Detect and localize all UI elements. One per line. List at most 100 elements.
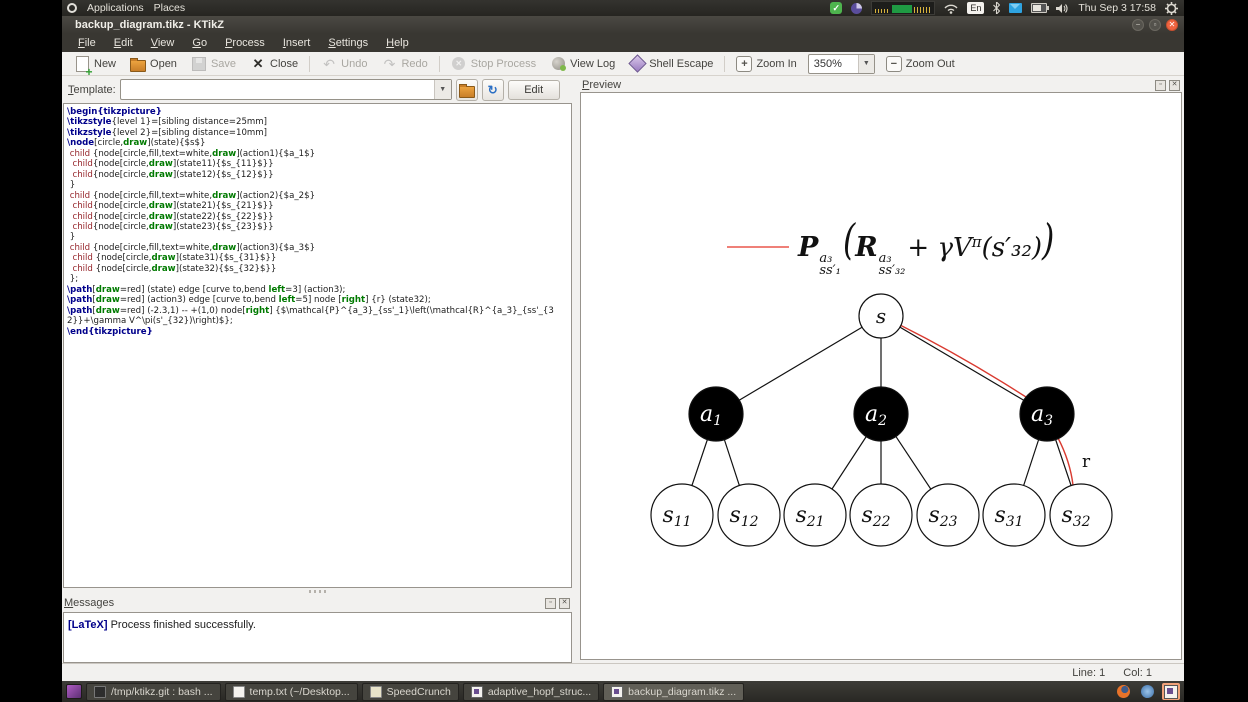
battery-icon[interactable] <box>1031 3 1050 13</box>
toolbar-button-stop-process: ✕ Stop Process <box>445 54 542 74</box>
taskbar-item-label: /tmp/ktikz.git : bash ... <box>111 685 213 698</box>
messages-close-icon[interactable]: ✕ <box>559 597 570 609</box>
text-icon <box>232 685 245 698</box>
window-titlebar[interactable]: backup_diagram.tikz - KTikZ − ▫ ✕ <box>62 16 1184 34</box>
code-line: \begin{tikzpicture} <box>67 107 162 117</box>
toolbar-separator <box>438 55 440 72</box>
zoom-level-combobox[interactable]: 350% ▼ <box>807 53 875 74</box>
status-col: Col: 1 <box>1123 666 1152 679</box>
ktikz-tray-icon[interactable] <box>1162 683 1180 700</box>
template-dropdown-arrow-icon[interactable]: ▼ <box>433 80 451 99</box>
code-line: child{node[circle,draw](state23){$s_{23}… <box>72 221 274 232</box>
template-combobox[interactable]: ▼ <box>119 79 452 100</box>
toolbar-button-undo: ↶ Undo <box>315 54 373 74</box>
toolbar-button-zoom-out[interactable]: − Zoom Out <box>880 54 961 74</box>
clock[interactable]: Thu Sep 3 17:58 <box>1078 2 1156 14</box>
applications-menu[interactable]: Applications <box>87 2 144 14</box>
system-monitor-icon[interactable] <box>871 1 936 15</box>
template-edit-button[interactable]: Edit <box>507 79 560 100</box>
toolbar: + New Open Save ✕ Close ↶ Undo ↷ Redo ✕ Stop Proces… <box>62 52 1184 78</box>
taskbar-item[interactable]: temp.txt (~/Desktop... <box>224 682 358 701</box>
close-button[interactable]: ✕ <box>1166 19 1178 31</box>
zoom-dropdown-arrow-icon[interactable]: ▼ <box>857 54 874 73</box>
show-desktop-button[interactable] <box>66 684 82 699</box>
menu-view[interactable]: View <box>143 36 183 50</box>
toolbar-button-shell-escape[interactable]: Shell Escape <box>623 54 719 74</box>
highlighted-red-edge <box>899 324 1027 398</box>
redo-icon: ↷ <box>383 55 396 72</box>
messages-float-icon[interactable]: ▫ <box>545 597 556 609</box>
tree-edge <box>715 315 882 415</box>
tree-edge <box>880 315 1048 415</box>
refresh-icon: ↻ <box>487 82 498 97</box>
preview-pane[interactable]: s a1 a2 a3 s11 s12 s21 s22 s23 s31 s32 r Pa₃ ss′₁ (R a… <box>580 92 1182 660</box>
maximize-button[interactable]: ▫ <box>1149 19 1161 31</box>
backup-diagram: sa1 a2 a3s11 s12 s21 s22 s23 s31 s32r <box>650 293 1113 547</box>
preview-close-icon[interactable]: ✕ <box>1169 79 1180 91</box>
toolbar-button-redo: ↷ Redo <box>375 54 433 74</box>
zoom-in-icon: + <box>736 55 753 72</box>
toolbar-button-label: Close <box>270 57 299 70</box>
taskbar: /tmp/ktikz.git : bash ... temp.txt (~/Des… <box>62 681 1184 702</box>
menu-go[interactable]: Go <box>184 36 215 50</box>
app-tray-icon[interactable] <box>1138 683 1156 700</box>
toolbar-button-open[interactable]: Open <box>124 54 183 74</box>
code-line: \path[draw=red] (-2.3,1) -- +(1,0) node[… <box>67 305 554 327</box>
mail-icon[interactable] <box>1009 3 1023 13</box>
terminal-icon <box>94 685 106 698</box>
top-panel: Applications Places ✓ En Thu Sep 3 17:58 <box>62 0 1184 16</box>
gear-icon[interactable] <box>1165 1 1178 15</box>
desktop-screenshot: Applications Places ✓ En Thu Sep 3 17:58… <box>0 0 1248 702</box>
bluetooth-icon[interactable] <box>993 2 1001 14</box>
menu-help[interactable]: Help <box>378 36 417 50</box>
undo-icon: ↶ <box>323 55 335 72</box>
taskbar-item-label: adaptive_hopf_struc... <box>487 685 592 698</box>
toolbar-button-view-log[interactable]: View Log <box>544 54 621 74</box>
statusbar: Line: 1 Col: 1 <box>62 663 1184 681</box>
toolbar-button-zoom-in[interactable]: + Zoom In <box>730 54 802 74</box>
toolbar-button-close[interactable]: ✕ Close <box>244 54 304 74</box>
desktop: Applications Places ✓ En Thu Sep 3 17:58… <box>62 0 1184 702</box>
taskbar-item-label: backup_diagram.tikz ... <box>628 685 737 698</box>
menu-edit[interactable]: Edit <box>106 36 141 50</box>
toolbar-button-new[interactable]: + New <box>68 54 122 78</box>
wifi-icon[interactable] <box>944 3 958 14</box>
editor-messages-splitter[interactable] <box>63 588 572 595</box>
code-line: child{node[circle,draw](state12){$s_{12}… <box>72 169 274 180</box>
formula-red-line <box>727 246 789 248</box>
menu-process[interactable]: Process <box>217 36 273 50</box>
code-line: } <box>67 180 76 191</box>
places-menu[interactable]: Places <box>154 2 186 14</box>
volume-icon[interactable] <box>1056 3 1069 14</box>
time-pie-icon[interactable] <box>851 2 863 14</box>
template-open-button[interactable] <box>455 78 478 101</box>
minimize-button[interactable]: − <box>1132 19 1144 31</box>
template-reload-button[interactable]: ↻ <box>481 78 504 101</box>
menu-settings[interactable]: Settings <box>320 36 376 50</box>
code-line: \path[draw=red] (action3) edge [curve to… <box>67 295 431 306</box>
open-icon <box>130 56 147 72</box>
ktikz-icon <box>611 685 624 698</box>
save-icon <box>191 56 207 72</box>
firefox-tray-icon[interactable] <box>1114 683 1132 700</box>
menu-insert[interactable]: Insert <box>275 36 319 50</box>
keyboard-layout-indicator[interactable]: En <box>967 2 985 14</box>
messages-pane: [LaTeX] Process finished successfully. <box>63 612 572 663</box>
updates-check-icon[interactable]: ✓ <box>830 2 843 14</box>
code-line: child{node[circle,draw](state11){$s_{11}… <box>72 159 274 170</box>
taskbar-item[interactable]: adaptive_hopf_struc... <box>462 682 600 701</box>
taskbar-item[interactable]: /tmp/ktikz.git : bash ... <box>86 682 221 701</box>
code-editor[interactable]: \begin{tikzpicture} \tikzstyle{level 1}=[… <box>63 103 572 588</box>
preview-float-icon[interactable]: ▫ <box>1155 79 1166 91</box>
taskbar-item[interactable]: SpeedCrunch <box>361 682 459 701</box>
folder-icon <box>458 83 475 98</box>
toolbar-button-label: Open <box>150 57 177 70</box>
new-icon: + <box>74 55 93 78</box>
code-line: child {node[circle,draw](state31){$s_{31… <box>72 253 277 264</box>
menu-file[interactable]: File <box>70 36 104 50</box>
menubar: File Edit View Go Process Insert Settings Help <box>62 34 1184 52</box>
ubuntu-logo-icon <box>67 3 77 13</box>
taskbar-item[interactable]: backup_diagram.tikz ... <box>603 682 745 701</box>
toolbar-button-label: Zoom In <box>756 57 797 70</box>
code-line: child {node[circle,fill,text=white,draw]… <box>69 148 316 159</box>
